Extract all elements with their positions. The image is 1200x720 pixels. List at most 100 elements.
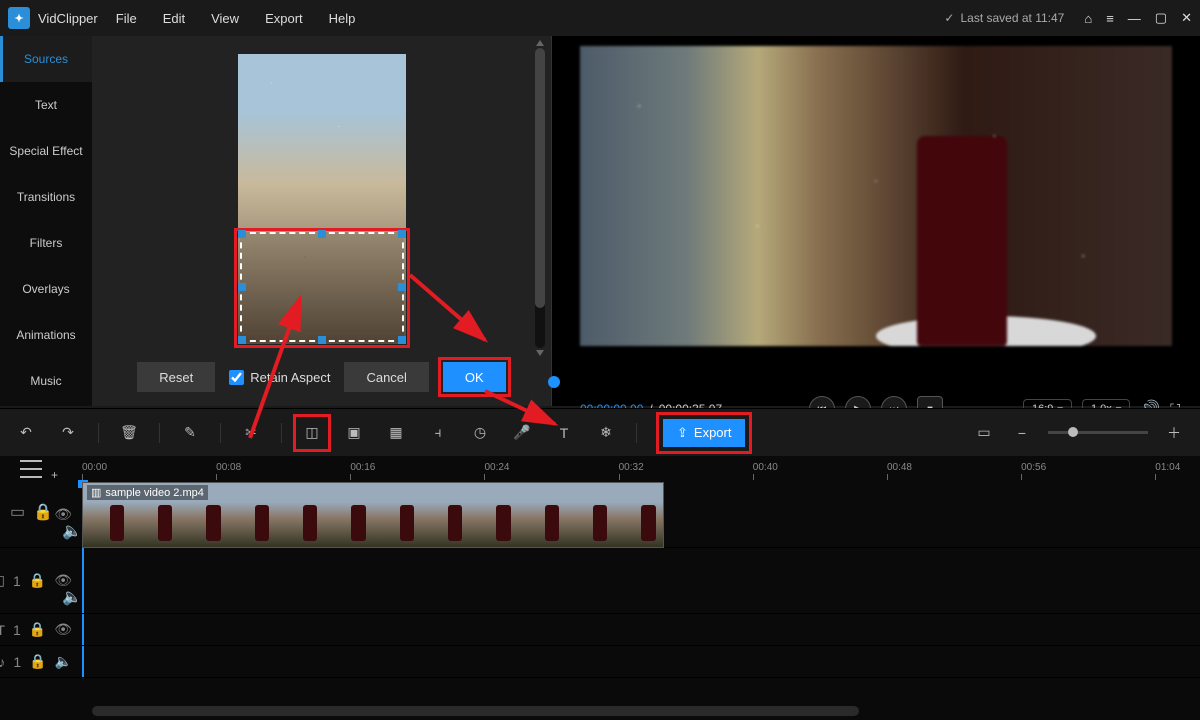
- menu-help[interactable]: Help: [329, 11, 356, 26]
- export-button[interactable]: ⇪ Export: [663, 419, 745, 447]
- save-status: ✓ Last saved at 11:47: [944, 11, 1064, 25]
- tick: 00:00: [82, 462, 107, 473]
- menu-view[interactable]: View: [211, 11, 239, 26]
- menu-file[interactable]: File: [116, 11, 137, 26]
- timeline: + 00:00 00:08 00:16 00:24 00:32 00:40 00…: [0, 456, 1200, 720]
- video-track-icon: ▭: [10, 502, 25, 522]
- delete-icon[interactable]: 🗑: [117, 421, 141, 445]
- retain-aspect-input[interactable]: [229, 370, 244, 385]
- undo-icon[interactable]: ↶: [14, 421, 38, 445]
- aspect-icon[interactable]: ▣: [342, 421, 366, 445]
- voice-icon[interactable]: 🎤: [510, 421, 534, 445]
- menu-export[interactable]: Export: [265, 11, 303, 26]
- video-clip[interactable]: ▥ sample video 2.mp4: [82, 482, 664, 548]
- cancel-button[interactable]: Cancel: [344, 362, 428, 392]
- sidebar-item-specialeffect[interactable]: Special Effect: [0, 128, 92, 174]
- save-status-text: Last saved at 11:47: [960, 11, 1064, 25]
- lock-icon[interactable]: 🔒: [33, 502, 53, 522]
- crop-icon[interactable]: ◫: [300, 421, 324, 445]
- lock-icon[interactable]: 🔒: [29, 572, 46, 589]
- text-track-icon: T: [0, 622, 5, 638]
- menu-edit[interactable]: Edit: [163, 11, 185, 26]
- close-icon[interactable]: ✕: [1181, 10, 1192, 26]
- edit-icon[interactable]: ✎: [178, 421, 202, 445]
- crop-selection[interactable]: [240, 232, 404, 342]
- redo-icon[interactable]: ↷: [56, 421, 80, 445]
- crop-button-row: Reset Retain Aspect Cancel OK: [92, 362, 551, 392]
- tick: 01:04: [1155, 462, 1180, 473]
- sidebar-item-filters[interactable]: Filters: [0, 220, 92, 266]
- reset-button[interactable]: Reset: [137, 362, 215, 392]
- maximize-icon[interactable]: ▢: [1155, 10, 1167, 26]
- sidebar-item-music[interactable]: Music: [0, 358, 92, 404]
- lock-icon[interactable]: 🔒: [29, 621, 46, 638]
- mosaic-icon[interactable]: ▦: [384, 421, 408, 445]
- sidebar-item-text[interactable]: Text: [0, 82, 92, 128]
- cut-icon[interactable]: ✂: [239, 421, 263, 445]
- crop-handle[interactable]: [318, 230, 326, 238]
- title-bar: ✦ VidClipper File Edit View Export Help …: [0, 0, 1200, 36]
- freeze-icon[interactable]: ❄: [594, 421, 618, 445]
- video-preview[interactable]: [580, 46, 1172, 346]
- sidebar-item-animations[interactable]: Animations: [0, 312, 92, 358]
- zoom-out-icon[interactable]: −: [1010, 421, 1034, 445]
- export-icon: ⇪: [677, 425, 688, 441]
- export-label: Export: [694, 425, 732, 440]
- crop-handle[interactable]: [238, 336, 246, 344]
- timeline-menu-icon[interactable]: +: [10, 460, 52, 478]
- tracks: 👁 ▭ 🔒 🔈 ▥ sample video 2.mp4 ▯ 1: [0, 482, 1200, 678]
- sidebar-item-transitions[interactable]: Transitions: [0, 174, 92, 220]
- preview-content: [580, 46, 1172, 346]
- text-track[interactable]: T 1 🔒 👁: [0, 614, 1200, 646]
- sidebar-item-sources[interactable]: Sources: [0, 36, 92, 82]
- app-logo-icon: ✦: [8, 7, 30, 29]
- audio-icon[interactable]: 🔈: [62, 521, 82, 541]
- crop-handle[interactable]: [238, 283, 246, 291]
- stats-icon[interactable]: ⫞: [426, 421, 450, 445]
- track-count: 1: [13, 573, 21, 589]
- crop-handle[interactable]: [238, 230, 246, 238]
- fit-icon[interactable]: ▭: [972, 421, 996, 445]
- crop-panel: Reset Retain Aspect Cancel OK: [92, 36, 552, 406]
- clip-icon: ▥: [91, 486, 101, 499]
- crop-handle[interactable]: [318, 336, 326, 344]
- overlay-track[interactable]: ▯ 1 🔒 👁 🔈: [0, 548, 1200, 614]
- track-count: 1: [13, 654, 21, 670]
- home-icon[interactable]: ⌂: [1084, 11, 1092, 26]
- main-area: Sources Text Special Effect Transitions …: [0, 36, 1200, 406]
- zoom-slider[interactable]: [1048, 431, 1148, 434]
- video-track[interactable]: 👁 ▭ 🔒 🔈 ▥ sample video 2.mp4: [0, 482, 1200, 548]
- crop-scrollbar[interactable]: [535, 48, 545, 348]
- sidebar-item-overlays[interactable]: Overlays: [0, 266, 92, 312]
- audio-icon[interactable]: 🔈: [62, 587, 82, 607]
- text-icon[interactable]: T: [552, 421, 576, 445]
- retain-aspect-label: Retain Aspect: [250, 370, 330, 385]
- ok-button[interactable]: OK: [443, 362, 506, 392]
- tick: 00:08: [216, 462, 241, 473]
- hamburger-icon[interactable]: ≡: [1106, 11, 1114, 26]
- retain-aspect-checkbox[interactable]: Retain Aspect: [229, 370, 330, 385]
- editor-toolbar: ↶ ↷ 🗑 ✎ ✂ ◫ ▣ ▦ ⫞ ◷ 🎤 T ❄ ⇪ Export ▭ − ＋: [0, 408, 1200, 456]
- app-name: VidClipper: [38, 11, 98, 26]
- window-controls: ⌂ ≡ — ▢ ✕: [1084, 10, 1192, 26]
- crop-handle[interactable]: [398, 230, 406, 238]
- music-track[interactable]: ♪ 1 🔒 🔈: [0, 646, 1200, 678]
- crop-preview[interactable]: [238, 54, 406, 344]
- crop-handle[interactable]: [398, 283, 406, 291]
- audio-icon[interactable]: 🔈: [55, 653, 72, 670]
- crop-handle[interactable]: [398, 336, 406, 344]
- tick: 00:40: [753, 462, 778, 473]
- visibility-icon[interactable]: 👁: [54, 621, 72, 638]
- tick: 00:32: [619, 462, 644, 473]
- music-track-icon: ♪: [0, 654, 5, 670]
- minimize-icon[interactable]: —: [1128, 11, 1141, 26]
- timeline-scrollbar[interactable]: [92, 706, 1188, 716]
- overlay-track-icon: ▯: [0, 572, 5, 589]
- zoom-in-icon[interactable]: ＋: [1162, 421, 1186, 445]
- lock-icon[interactable]: 🔒: [29, 653, 46, 670]
- sidebar: Sources Text Special Effect Transitions …: [0, 36, 92, 406]
- tick: 00:24: [484, 462, 509, 473]
- duration-icon[interactable]: ◷: [468, 421, 492, 445]
- time-ruler[interactable]: 00:00 00:08 00:16 00:24 00:32 00:40 00:4…: [82, 456, 1200, 482]
- progress-handle[interactable]: [548, 376, 560, 388]
